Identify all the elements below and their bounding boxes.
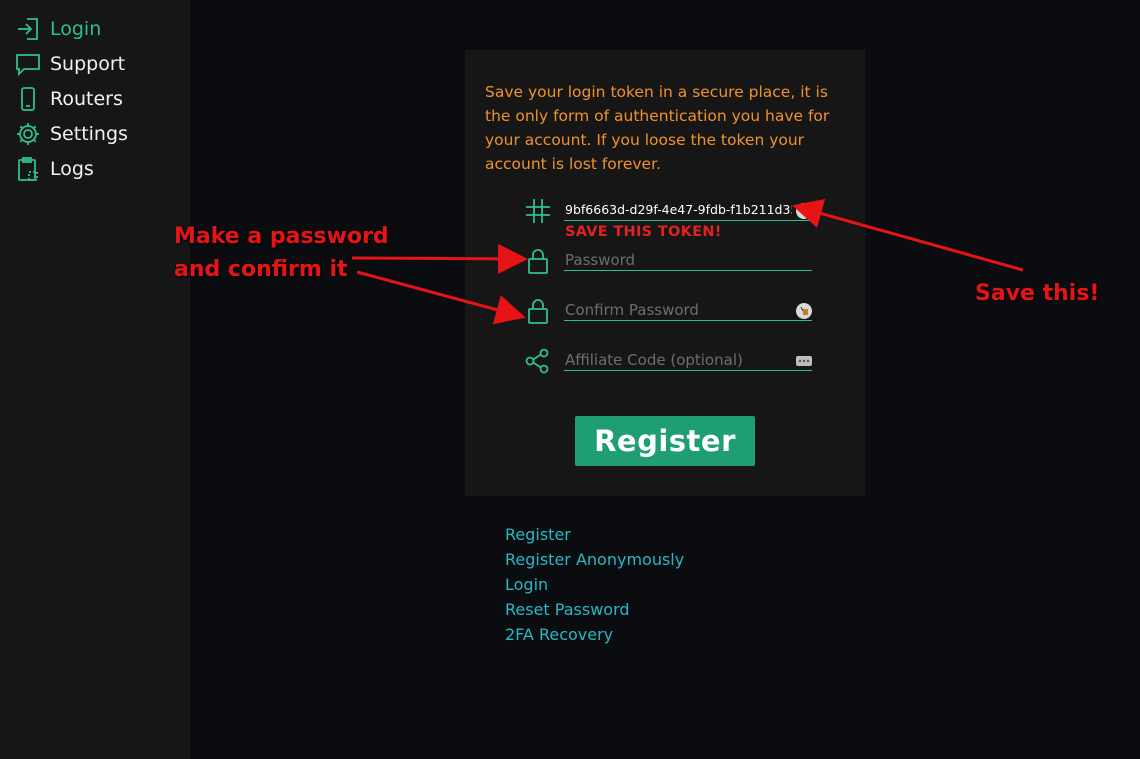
sidebar-item-support[interactable]: Support	[14, 49, 125, 79]
sidebar-item-label: Support	[50, 53, 126, 75]
sidebar-item-routers[interactable]: Routers	[14, 84, 123, 114]
hash-icon	[523, 196, 553, 226]
reset-password-link[interactable]: Reset Password	[505, 597, 684, 622]
password-row	[523, 246, 813, 276]
password-manager-icon[interactable]	[796, 303, 812, 319]
affiliate-code-input[interactable]	[564, 349, 812, 371]
login-link[interactable]: Login	[505, 572, 684, 597]
confirm-password-row	[523, 296, 813, 326]
password-input[interactable]	[564, 249, 812, 271]
gear-icon	[14, 120, 42, 148]
sidebar-item-login[interactable]: Login	[14, 14, 101, 44]
login-icon	[14, 15, 42, 43]
sidebar-item-label: Logs	[50, 158, 94, 180]
save-this-annotation: Save this!	[975, 281, 1100, 306]
save-token-label: SAVE THIS TOKEN!	[565, 224, 722, 240]
register-anonymously-link[interactable]: Register Anonymously	[505, 547, 684, 572]
copy-icon[interactable]	[796, 203, 812, 219]
clipboard-icon	[14, 155, 42, 183]
password-annotation-line1: Make a password	[174, 224, 389, 249]
chat-bubble-icon	[14, 50, 42, 78]
register-button[interactable]: Register	[575, 416, 755, 466]
sidebar-item-settings[interactable]: Settings	[14, 119, 128, 149]
affiliate-row	[523, 346, 813, 376]
sidebar-item-logs[interactable]: Logs	[14, 154, 94, 184]
phone-icon	[14, 85, 42, 113]
token-field[interactable]	[564, 199, 812, 221]
password-annotation-line2: and confirm it	[174, 257, 348, 282]
auth-links: Register Register Anonymously Login Rese…	[505, 522, 684, 647]
token-warning: Save your login token in a secure place,…	[485, 83, 830, 173]
lock-icon	[523, 246, 553, 276]
lock-icon	[523, 296, 553, 326]
sidebar: Login Support Routers Settings Logs	[0, 0, 190, 759]
register-link[interactable]: Register	[505, 522, 684, 547]
more-options-icon[interactable]	[796, 353, 812, 369]
sidebar-item-label: Login	[50, 18, 102, 40]
share-icon	[523, 346, 553, 376]
register-card: Save your login token in a secure place,…	[465, 50, 865, 496]
sidebar-item-label: Settings	[50, 123, 128, 145]
sidebar-item-label: Routers	[50, 88, 123, 110]
twofa-recovery-link[interactable]: 2FA Recovery	[505, 622, 684, 647]
token-row	[523, 196, 813, 226]
confirm-password-input[interactable]	[564, 299, 812, 321]
